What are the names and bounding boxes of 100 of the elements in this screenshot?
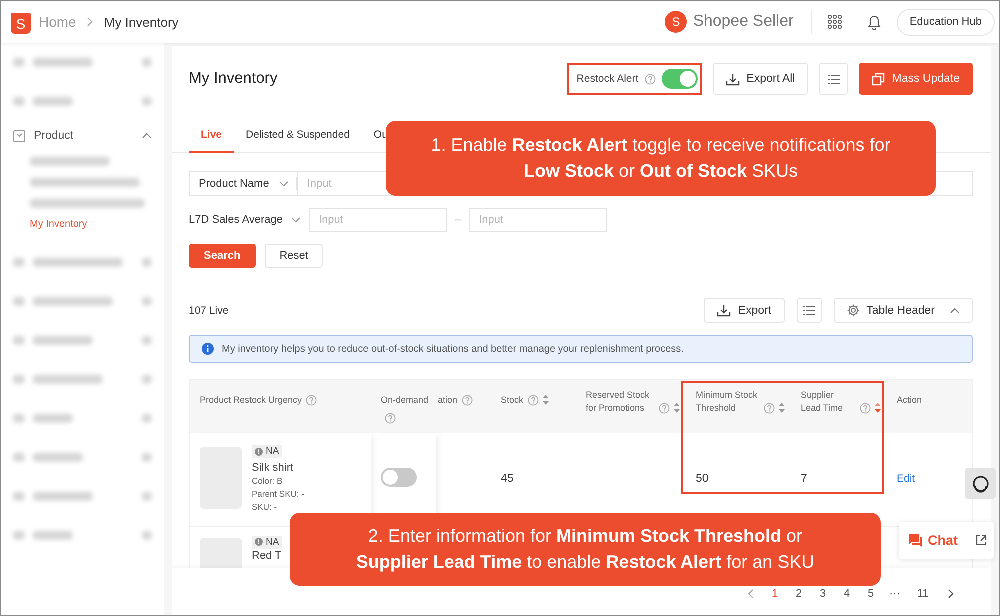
support-button[interactable] — [965, 468, 996, 499]
chevron-right-icon — [947, 588, 955, 598]
sort-icon[interactable] — [875, 403, 881, 413]
brand-name: Shopee Seller — [693, 13, 794, 31]
page-title: My Inventory — [104, 14, 179, 30]
status-dot-icon — [255, 538, 263, 546]
blurred-menu-item[interactable] — [13, 334, 152, 348]
callout-note: 2. Enter information for Minimum Stock Threshold or Supplier Lead Time to enable Restock Alert for an SKU — [290, 513, 881, 586]
range-type-dropdown[interactable]: L7D Sales Average — [189, 214, 309, 226]
urgency-label: NA — [266, 446, 280, 458]
page-button[interactable]: 3 — [811, 586, 835, 600]
expand-icon[interactable] — [976, 535, 987, 546]
page-button[interactable]: 4 — [835, 586, 859, 600]
sidebar-item[interactable]: Product — [1, 121, 164, 151]
info-icon — [202, 343, 214, 355]
sidebar-link[interactable]: My Inventory — [30, 219, 88, 230]
reset-button[interactable]: Reset — [264, 244, 324, 268]
callout-note: 1. Enable Restock Alert toggle to receive notifications for Low Stock or Out of Stock SKUs — [386, 121, 936, 196]
product-detail: Color: B — [252, 476, 284, 488]
bell-icon[interactable] — [868, 14, 881, 30]
list-icon — [803, 305, 816, 316]
column-header: Action — [897, 394, 922, 407]
blurred-menu-item[interactable] — [13, 528, 152, 542]
column-header: Stock — [501, 394, 524, 407]
product-name: Red T — [252, 550, 282, 562]
list-view-button[interactable] — [796, 298, 822, 323]
export-button[interactable]: Export — [704, 298, 785, 323]
column-header: On-demand — [381, 394, 429, 407]
help-icon — [528, 394, 539, 406]
column-header: ation — [438, 394, 458, 407]
page-button[interactable]: 11 — [911, 586, 935, 600]
blurred-menu-item[interactable] — [30, 196, 145, 210]
sidebar-label: Product — [34, 130, 74, 142]
chat-button[interactable]: Chat — [907, 533, 958, 548]
help-icon — [764, 402, 775, 414]
chevron-down-icon — [279, 180, 290, 186]
download-icon — [726, 72, 740, 86]
range-min-field[interactable]: Input — [309, 208, 447, 232]
blurred-menu-item[interactable] — [13, 450, 152, 464]
download-icon — [717, 304, 732, 317]
column-header: Reserved Stock for Promotions — [586, 389, 651, 415]
help-icon — [860, 402, 871, 414]
column-header: Minimum Stock Threshold — [696, 389, 759, 415]
chevron-right-icon — [86, 17, 94, 27]
tab[interactable]: Live — [189, 119, 234, 153]
sort-icon[interactable] — [674, 403, 680, 413]
banner-text: My inventory helps you to reduce out-of-stock situations and better manage your replenishment process. — [222, 344, 684, 354]
tab[interactable]: Delisted & Suspended — [234, 119, 362, 153]
blurred-menu-item[interactable] — [30, 154, 110, 168]
shop-logo: S — [11, 13, 31, 34]
chat-icon — [907, 533, 923, 548]
search-type-dropdown[interactable]: Product Name — [189, 171, 298, 196]
table-cell: 7 — [801, 473, 808, 486]
blurred-menu-item[interactable] — [13, 56, 152, 70]
export-button[interactable]: Export All — [712, 63, 808, 95]
range-max-field[interactable]: Input — [469, 208, 608, 232]
action-button[interactable]: Mass Update — [859, 63, 973, 95]
table-cell: 50 — [696, 473, 709, 486]
column-header: Supplier Lead Time — [801, 389, 844, 415]
product-name: Silk shirt — [252, 462, 295, 474]
apps-grid-icon[interactable] — [828, 15, 842, 29]
copy-icon — [872, 72, 886, 86]
restock-alert-toggle[interactable] — [662, 69, 698, 89]
help-icon — [644, 74, 656, 84]
page-button[interactable]: 5 — [859, 586, 883, 600]
sort-icon[interactable] — [542, 395, 549, 405]
chevron-down-icon — [290, 217, 301, 223]
headset-icon — [972, 474, 990, 492]
product-box-icon — [13, 130, 26, 142]
photo-placeholder — [200, 538, 242, 568]
panel-title: My Inventory — [189, 70, 278, 88]
blurred-menu-item[interactable] — [13, 372, 152, 386]
list-view-button[interactable] — [819, 63, 848, 95]
page-button[interactable]: ··· — [883, 586, 907, 600]
range-separator: – — [455, 214, 462, 226]
status-dot-icon — [255, 448, 263, 456]
help-icon — [385, 412, 396, 424]
sort-icon[interactable] — [779, 403, 785, 413]
blurred-menu-item[interactable] — [13, 412, 152, 426]
product-detail: Parent SKU: - — [252, 489, 304, 500]
brand-logo: S — [665, 11, 688, 33]
blurred-menu-item[interactable] — [13, 294, 152, 308]
blurred-menu-item[interactable] — [30, 176, 140, 190]
education-hub-button[interactable]: Education Hub — [896, 8, 995, 36]
restock-alert-label: Restock Alert — [576, 73, 639, 85]
table-cell: 45 — [501, 473, 514, 486]
column-header: Product Restock Urgency — [200, 394, 302, 407]
list-icon — [828, 74, 840, 84]
help-icon — [306, 394, 318, 406]
help-icon — [462, 394, 473, 406]
table-header-button[interactable]: Table Header — [834, 298, 973, 323]
search-button[interactable]: Search — [189, 244, 256, 268]
blurred-menu-item[interactable] — [13, 490, 152, 504]
blurred-menu-item[interactable] — [13, 94, 152, 108]
blurred-menu-item[interactable] — [13, 256, 152, 270]
edit-link[interactable]: Edit — [897, 473, 916, 486]
gear-icon — [846, 304, 860, 317]
page-button[interactable]: 1 — [763, 586, 787, 600]
on-demand-toggle[interactable] — [381, 468, 417, 488]
page-button[interactable]: 2 — [787, 586, 811, 600]
